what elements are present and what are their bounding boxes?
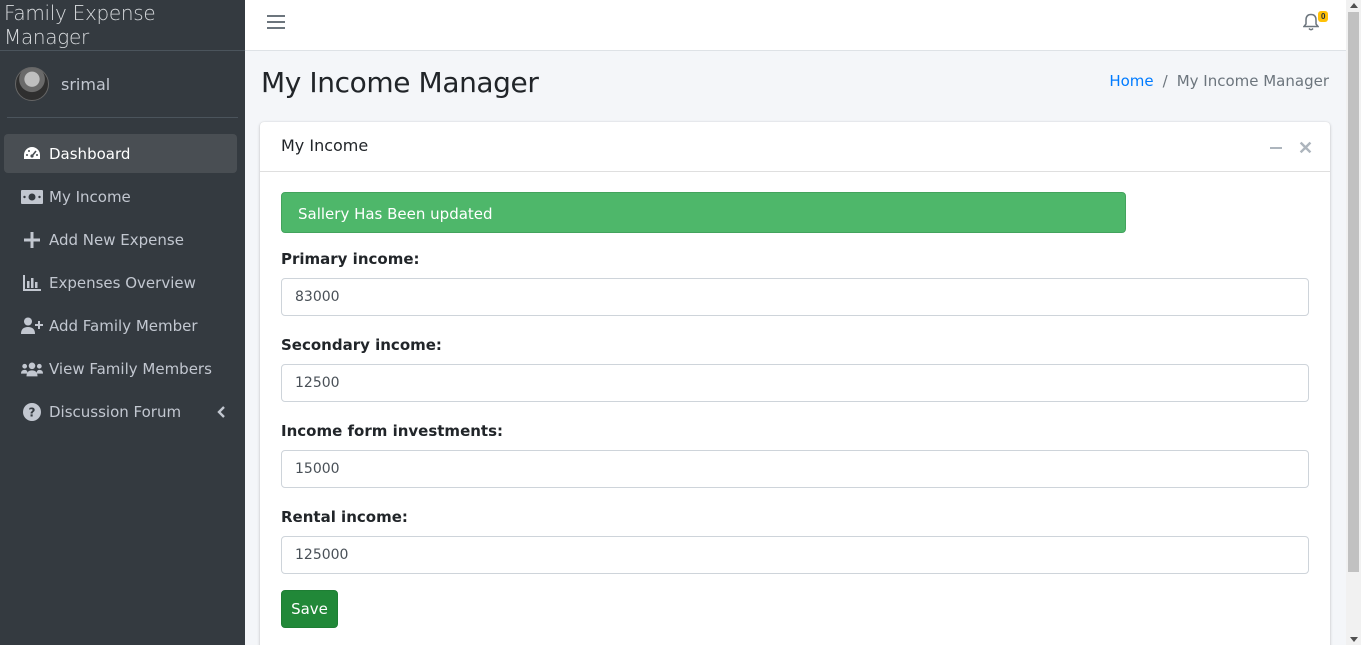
investments-income-label: Income form investments: (281, 422, 504, 440)
sidebar-item-dashboard[interactable]: Dashboard (4, 134, 237, 173)
sidebar-item-label: Add Family Member (49, 316, 198, 335)
sidebar-item-label: Expenses Overview (49, 273, 196, 292)
top-navbar: 0 (245, 0, 1346, 51)
user-plus-icon (21, 316, 43, 336)
collapse-minus-icon[interactable] (1269, 141, 1283, 155)
bar-chart-icon (21, 273, 43, 293)
scroll-up-arrow-icon[interactable] (1350, 3, 1358, 8)
page-scrollbar[interactable] (1346, 0, 1361, 645)
income-card: My Income ✕ Sallery Has Been updated Pri… (260, 122, 1330, 645)
rental-income-label: Rental income: (281, 508, 408, 526)
plus-icon (21, 230, 43, 250)
page-title: My Income Manager (261, 66, 539, 99)
scrollbar-thumb[interactable] (1348, 12, 1359, 572)
notification-badge: 0 (1318, 11, 1329, 22)
chevron-left-icon[interactable] (217, 404, 225, 422)
card-header: My Income ✕ (260, 122, 1330, 172)
breadcrumb: Home / My Income Manager (1109, 72, 1329, 90)
sidebar-item-view-family-members[interactable]: View Family Members (4, 349, 237, 388)
sidebar: Family Expense Manager srimal Dashboard … (0, 0, 245, 645)
breadcrumb-separator: / (1162, 72, 1168, 90)
sidebar-item-label: My Income (49, 187, 131, 206)
sidebar-item-label: View Family Members (49, 359, 212, 378)
question-circle-icon: ? (21, 402, 43, 422)
close-icon[interactable]: ✕ (1298, 138, 1313, 158)
scroll-down-arrow-icon[interactable] (1350, 637, 1358, 642)
users-icon (21, 359, 43, 379)
primary-income-label: Primary income: (281, 250, 420, 268)
secondary-income-label: Secondary income: (281, 336, 442, 354)
tachometer-icon (21, 144, 43, 164)
rental-income-input[interactable] (281, 536, 1309, 574)
save-button[interactable]: Save (281, 590, 338, 628)
sidebar-item-label: Dashboard (49, 144, 131, 163)
brand-text: Family Expense Manager (4, 1, 156, 49)
brand-link[interactable]: Family Expense Manager (0, 0, 245, 51)
sidebar-item-add-family-member[interactable]: Add Family Member (4, 306, 237, 345)
sidebar-item-expenses-overview[interactable]: Expenses Overview (4, 263, 237, 302)
sidebar-item-add-new-expense[interactable]: Add New Expense (4, 220, 237, 259)
user-panel: srimal (7, 51, 238, 118)
secondary-income-input[interactable] (281, 364, 1309, 402)
success-alert: Sallery Has Been updated (281, 192, 1126, 233)
sidebar-item-label: Add New Expense (49, 230, 184, 249)
sidebar-item-label: Discussion Forum (49, 402, 182, 421)
investments-income-input[interactable] (281, 450, 1309, 488)
bell-icon[interactable] (1302, 13, 1320, 36)
money-bill-icon (21, 187, 43, 207)
user-name[interactable]: srimal (61, 75, 110, 94)
sidebar-item-my-income[interactable]: My Income (4, 177, 237, 216)
primary-income-input[interactable] (281, 278, 1309, 316)
hamburger-menu-icon[interactable] (267, 15, 285, 31)
card-title: My Income (281, 136, 369, 155)
sidebar-nav: Dashboard My Income Add New Expense Expe… (0, 134, 245, 431)
breadcrumb-current: My Income Manager (1176, 72, 1329, 90)
avatar[interactable] (15, 67, 49, 101)
svg-text:?: ? (29, 405, 36, 419)
breadcrumb-home-link[interactable]: Home (1109, 72, 1153, 90)
sidebar-item-discussion-forum[interactable]: ? Discussion Forum (4, 392, 237, 431)
